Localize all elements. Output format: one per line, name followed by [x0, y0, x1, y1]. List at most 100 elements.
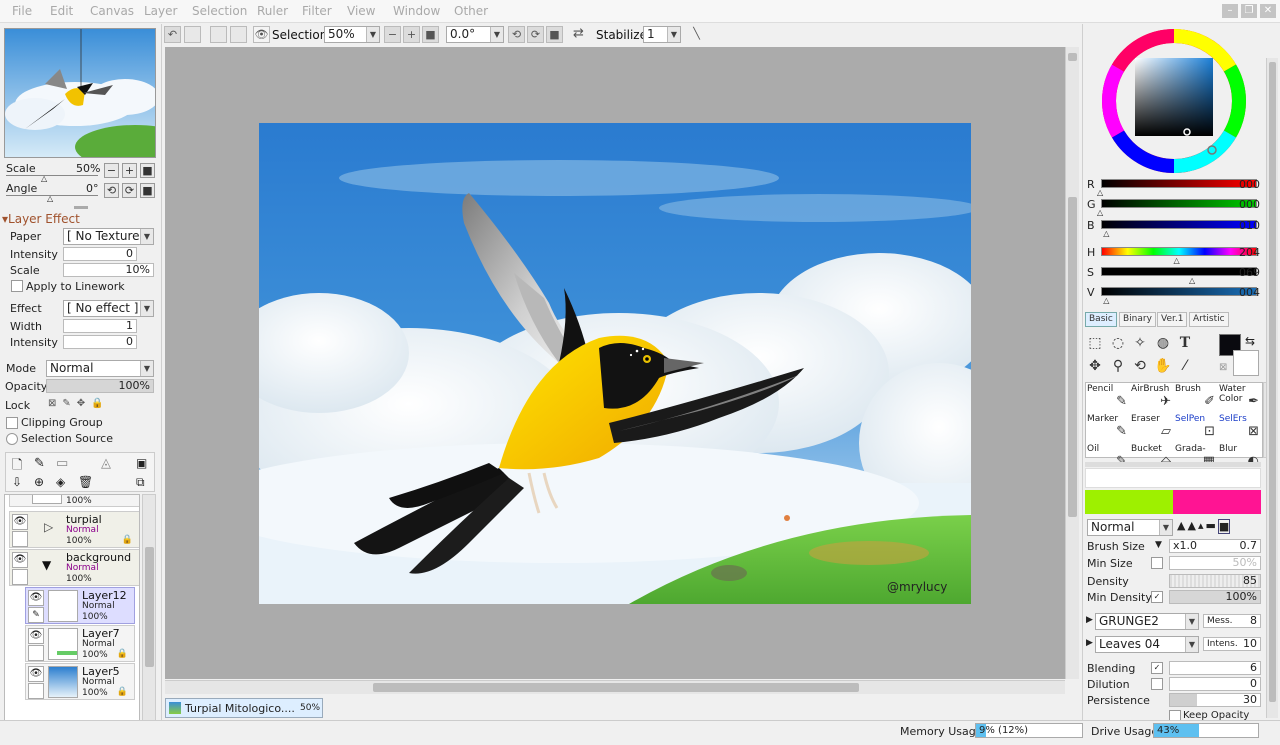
- rect-select-icon[interactable]: ⬚: [1085, 333, 1105, 353]
- layer-lock-box[interactable]: [28, 645, 44, 661]
- brush-shape-5-icon[interactable]: ■: [1217, 519, 1231, 534]
- bucket-select-icon[interactable]: ◍: [1153, 333, 1173, 353]
- line-tool-icon[interactable]: ╲: [688, 26, 705, 43]
- scale-decrease-button[interactable]: −: [104, 163, 119, 178]
- rotate-ccw-button[interactable]: ⟲: [508, 26, 525, 43]
- rotate-icon[interactable]: ⟲: [1130, 356, 1150, 376]
- brush-size-dropdown-icon[interactable]: ▼: [1155, 540, 1162, 550]
- lasso-icon[interactable]: ◌: [1108, 333, 1128, 353]
- new-folder-icon[interactable]: ▭: [56, 456, 68, 471]
- folder-expanded-icon[interactable]: ▼: [42, 558, 51, 572]
- paper-texture-select[interactable]: [ No Texture ] ▼: [63, 228, 154, 245]
- folder-collapsed-icon[interactable]: ▷: [44, 520, 53, 534]
- red-slider-handle[interactable]: △: [1097, 188, 1103, 197]
- angle-slider-handle[interactable]: △: [47, 194, 53, 203]
- layer-row-layer5[interactable]: 👁 Layer5 Normal 100% 🔒: [25, 663, 135, 700]
- brush-blend-select[interactable]: Normal ▼: [1087, 519, 1173, 536]
- menu-filter[interactable]: Filter: [302, 4, 332, 18]
- clear-layer-icon[interactable]: ◈: [56, 475, 65, 489]
- menu-window[interactable]: Window: [393, 4, 440, 18]
- menu-other[interactable]: Other: [454, 4, 488, 18]
- min-size-pressure-checkbox[interactable]: [1151, 557, 1163, 569]
- canvas-vertical-scrollbar[interactable]: [1065, 47, 1079, 679]
- brush-water-color[interactable]: Water Color ✒: [1219, 384, 1261, 414]
- effect-width-field[interactable]: 1: [63, 319, 137, 333]
- zoom-select[interactable]: 50% ▼: [324, 26, 380, 43]
- lock-paint-icon[interactable]: ✎: [62, 398, 76, 409]
- visibility-eye-icon[interactable]: 👁: [28, 666, 44, 682]
- secondary-color-swatch[interactable]: [1233, 350, 1259, 376]
- clipping-group-checkbox[interactable]: [6, 417, 18, 429]
- text-tool-icon[interactable]: T: [1175, 333, 1195, 353]
- lock-move-icon[interactable]: ✥: [77, 398, 91, 409]
- brush-shape-1-icon[interactable]: ▲: [1177, 519, 1185, 534]
- close-icon[interactable]: ✕: [1260, 4, 1276, 18]
- document-tab[interactable]: Turpial Mitologico.... 50%: [165, 698, 323, 718]
- value-slider-handle[interactable]: △: [1103, 296, 1109, 305]
- brush-selpen[interactable]: SelPen ⊡: [1175, 414, 1217, 444]
- tab-ver1[interactable]: Ver.1: [1157, 312, 1188, 327]
- layer-lock-box[interactable]: [12, 531, 28, 547]
- right-panel-scroll-thumb[interactable]: [1269, 62, 1276, 702]
- scale-increase-button[interactable]: +: [122, 163, 137, 178]
- angle-ccw-button[interactable]: ⟲: [104, 183, 119, 198]
- red-slider[interactable]: [1101, 179, 1257, 188]
- menu-file[interactable]: File: [12, 4, 32, 18]
- brush-shape-2-icon[interactable]: ▲: [1187, 519, 1195, 534]
- lock-all-icon[interactable]: 🔒: [91, 398, 109, 409]
- texture1-expand-icon[interactable]: ▶: [1086, 615, 1093, 625]
- tab-basic[interactable]: Basic: [1085, 312, 1117, 327]
- blue-slider[interactable]: [1101, 220, 1257, 229]
- rotate-cw-button[interactable]: ⟳: [527, 26, 544, 43]
- brush-brush[interactable]: Brush ✐: [1175, 384, 1217, 414]
- canvas-horizontal-scrollbar[interactable]: [165, 680, 1065, 694]
- move-icon[interactable]: ✥: [1085, 356, 1105, 376]
- texture2-param-field[interactable]: Intens. 10: [1203, 637, 1261, 651]
- eyedropper-icon[interactable]: ⁄: [1175, 356, 1195, 376]
- blending-field[interactable]: 6: [1169, 661, 1261, 675]
- layer-folder-background[interactable]: 👁 ▼ background Normal 100%: [9, 549, 139, 586]
- menu-view[interactable]: View: [347, 4, 375, 18]
- hand-icon[interactable]: ✋: [1153, 356, 1173, 376]
- brush-size-field[interactable]: x1.0 0.7: [1169, 539, 1261, 553]
- hue-slider-handle[interactable]: △: [1173, 256, 1179, 265]
- redo-button[interactable]: [184, 26, 201, 43]
- layer-row-partial[interactable]: 100%: [9, 495, 139, 507]
- magic-wand-icon[interactable]: ✧: [1130, 333, 1150, 353]
- blue-slider-handle[interactable]: △: [1103, 229, 1109, 238]
- menu-edit[interactable]: Edit: [50, 4, 73, 18]
- layer-list[interactable]: 100% 👁 ▷ turpial Normal 100% 🔒 👁 ▼ backg…: [4, 494, 140, 726]
- flip-horizontal-icon[interactable]: ⇄: [570, 26, 587, 43]
- texture2-select[interactable]: Leaves 04 ▼: [1095, 636, 1199, 653]
- new-linework-layer-icon[interactable]: ✎: [34, 456, 45, 471]
- color-wheel[interactable]: [1099, 26, 1249, 176]
- menu-layer[interactable]: Layer: [144, 4, 177, 18]
- dilution-field[interactable]: 0: [1169, 677, 1261, 691]
- layer-lock-box[interactable]: [28, 683, 44, 699]
- brush-shape-options[interactable]: ▲ ▲ ▴ ▬ ■: [1177, 519, 1231, 534]
- layer-row-layer12[interactable]: 👁 ✎ Layer12 Normal 100%: [25, 587, 135, 624]
- restore-icon[interactable]: ❐: [1241, 4, 1257, 18]
- selection-visibility-icon[interactable]: 👁: [253, 26, 270, 43]
- brush-airbrush[interactable]: AirBrush ✈: [1131, 384, 1173, 414]
- undo-button[interactable]: ↶: [164, 26, 181, 43]
- paper-intensity-field[interactable]: 0: [63, 247, 137, 261]
- effect-intensity-field[interactable]: 0: [63, 335, 137, 349]
- min-density-pressure-icon[interactable]: ✓: [1151, 591, 1163, 603]
- color-swatch-pink[interactable]: [1173, 490, 1261, 514]
- color-swatch-green[interactable]: [1085, 490, 1173, 514]
- rotation-select[interactable]: 0.0° ▼: [446, 26, 504, 43]
- green-slider-handle[interactable]: △: [1097, 208, 1103, 217]
- stabilizer-select[interactable]: 1 ▼: [643, 26, 681, 43]
- zoom-icon[interactable]: ⚲: [1108, 356, 1128, 376]
- visibility-eye-icon[interactable]: 👁: [12, 552, 28, 568]
- lock-transparency-icon[interactable]: ⊠: [48, 398, 62, 409]
- horizontal-scroll-thumb[interactable]: [373, 683, 859, 692]
- dilution-pressure-checkbox[interactable]: [1151, 678, 1163, 690]
- artwork-canvas[interactable]: @mrylucy: [259, 123, 971, 604]
- zoom-out-button[interactable]: −: [384, 26, 401, 43]
- layer-row-layer7[interactable]: 👁 Layer7 Normal 100% 🔒: [25, 625, 135, 662]
- right-panel-scrollbar[interactable]: [1266, 58, 1278, 718]
- navigator-preview[interactable]: [4, 28, 156, 158]
- transparent-color-icon[interactable]: ⊠: [1219, 362, 1227, 373]
